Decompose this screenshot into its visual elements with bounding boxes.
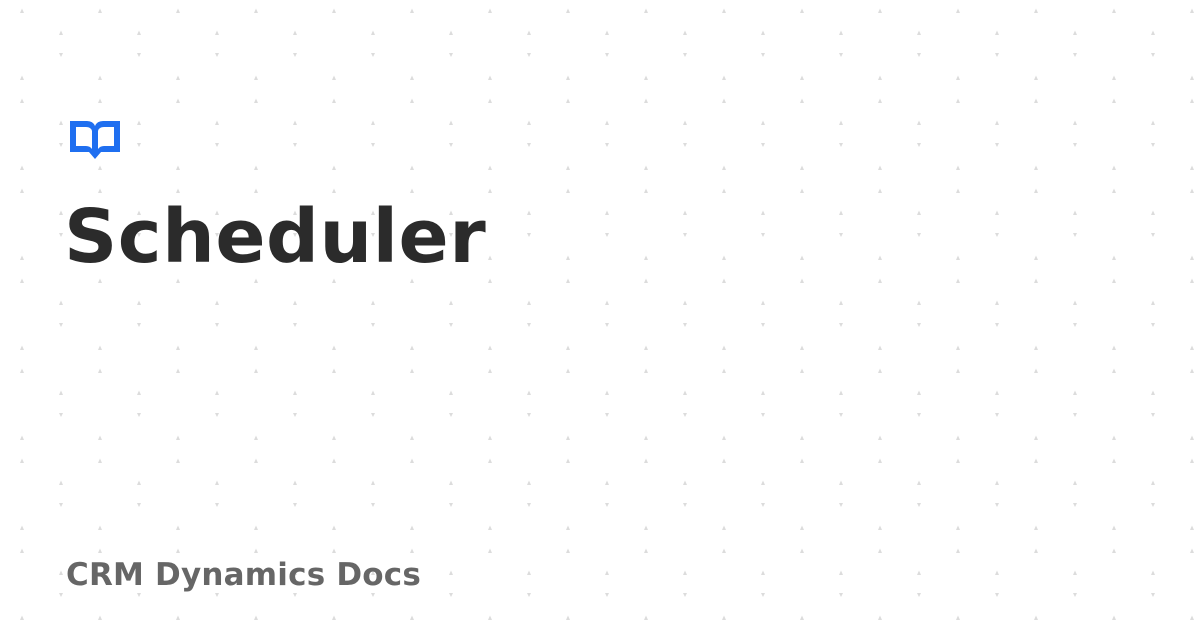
site-name: CRM Dynamics Docs [66, 557, 421, 593]
open-book-icon [70, 121, 120, 159]
page-title: Scheduler [64, 194, 487, 280]
background-dot-pattern [0, 0, 1200, 630]
